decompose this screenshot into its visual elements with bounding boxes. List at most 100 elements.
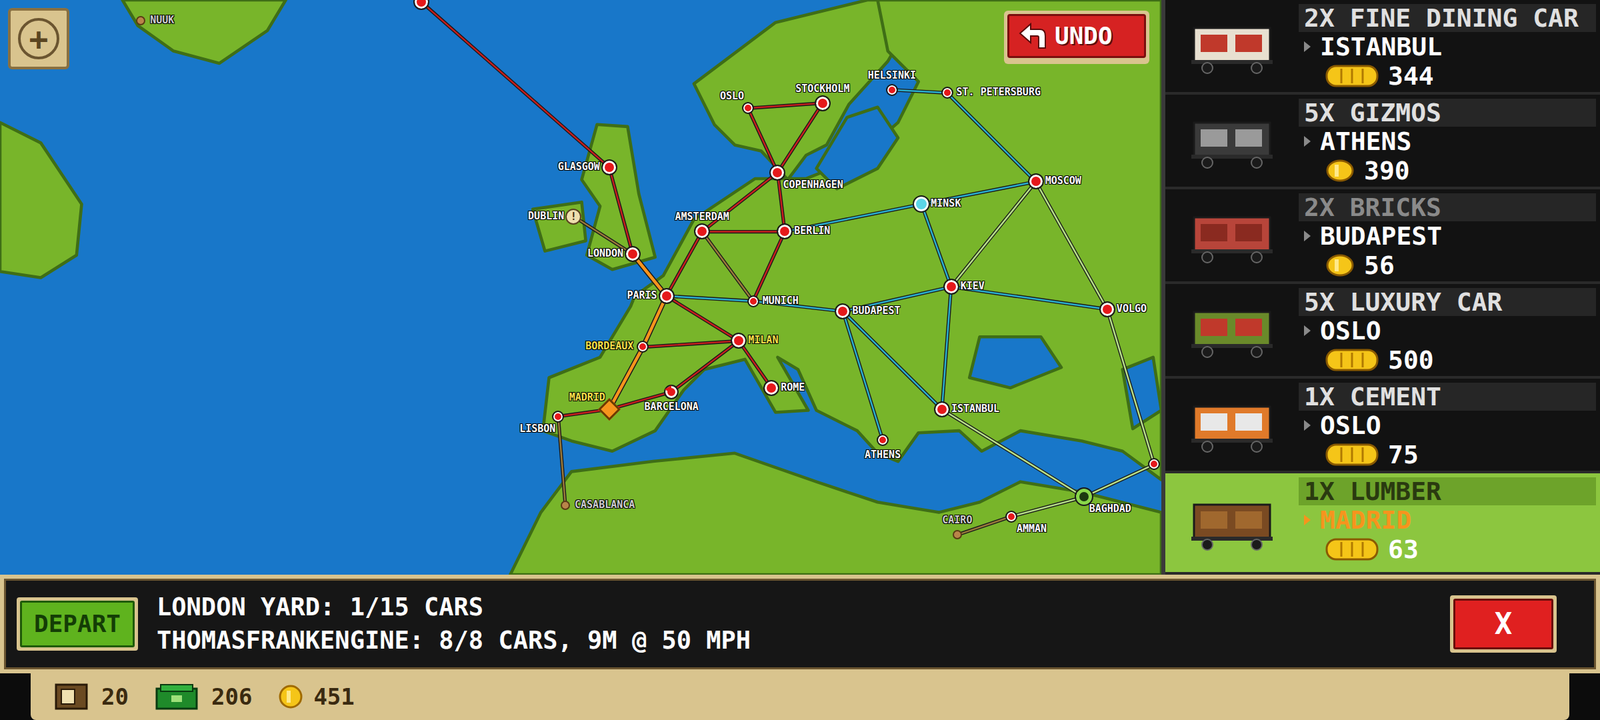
city-label[interactable]: HELSINKI bbox=[868, 68, 916, 82]
city-pin[interactable] bbox=[935, 402, 949, 416]
city-label[interactable]: NUUK bbox=[150, 13, 174, 27]
cargo-card[interactable]: 1X CEMENTOSLO75 bbox=[1165, 378, 1600, 474]
city-label[interactable]: BARCELONA bbox=[644, 400, 699, 414]
city-label[interactable]: COPENHAGEN bbox=[782, 178, 843, 192]
city-pin[interactable] bbox=[638, 342, 648, 352]
city-label[interactable]: ROME bbox=[780, 380, 805, 394]
city-label[interactable]: BORDEAUX bbox=[585, 339, 634, 353]
route[interactable] bbox=[738, 340, 772, 388]
close-button[interactable]: X bbox=[1450, 595, 1557, 653]
city-pin[interactable] bbox=[560, 500, 570, 510]
city-pin[interactable] bbox=[770, 166, 784, 180]
city-label[interactable]: MILAN bbox=[748, 333, 778, 347]
route[interactable] bbox=[947, 92, 1036, 182]
city-label[interactable]: MOSCOW bbox=[1045, 174, 1082, 188]
world-map[interactable]: ! NUUK GLASGOW DUBLIN LONDON AMSTERDAM BERLIN… bbox=[0, 0, 1162, 575]
city-pin[interactable] bbox=[778, 224, 792, 238]
route[interactable] bbox=[951, 182, 1036, 288]
route[interactable] bbox=[892, 90, 948, 94]
zoom-button[interactable]: + bbox=[8, 8, 70, 70]
route[interactable] bbox=[1036, 182, 1108, 310]
city-label[interactable]: MINSK bbox=[930, 196, 961, 210]
city-label[interactable]: LISBON bbox=[519, 422, 556, 436]
city-pin[interactable] bbox=[553, 412, 563, 422]
city-label[interactable]: BERLIN bbox=[794, 224, 830, 238]
route[interactable] bbox=[702, 232, 754, 302]
city-pin[interactable] bbox=[764, 381, 778, 395]
city-pin[interactable] bbox=[1076, 488, 1092, 505]
city-pin[interactable] bbox=[414, 0, 428, 9]
city-pin[interactable] bbox=[695, 224, 709, 238]
city-label[interactable]: AMSTERDAM bbox=[675, 210, 730, 224]
route[interactable] bbox=[753, 232, 785, 302]
city-pin[interactable] bbox=[665, 386, 678, 398]
route[interactable] bbox=[777, 103, 822, 173]
city-pin[interactable] bbox=[952, 530, 962, 540]
route[interactable] bbox=[666, 232, 703, 296]
route[interactable] bbox=[421, 2, 610, 168]
route[interactable] bbox=[666, 296, 740, 341]
city-pin[interactable] bbox=[601, 401, 618, 418]
city-pin[interactable] bbox=[1029, 174, 1043, 188]
cargo-card[interactable]: 1X LUMBERMADRID63 bbox=[1165, 473, 1600, 575]
route[interactable] bbox=[748, 103, 823, 109]
cargo-card[interactable]: 2X FINE DINING CARISTANBUL344 bbox=[1165, 0, 1600, 95]
city-pin[interactable]: ! bbox=[565, 208, 582, 225]
city-pin[interactable] bbox=[944, 280, 958, 294]
city-label[interactable]: ATHENS bbox=[864, 448, 901, 462]
city-label[interactable]: ISTANBUL bbox=[951, 402, 1000, 416]
city-label[interactable]: ST. PETERSBURG bbox=[956, 85, 1041, 99]
route[interactable] bbox=[921, 204, 951, 287]
route[interactable] bbox=[666, 296, 754, 302]
city-pin[interactable] bbox=[887, 85, 897, 95]
cargo-list[interactable]: 2X FINE DINING CARISTANBUL3445X GIZMOSAT… bbox=[1161, 0, 1600, 575]
city-label[interactable]: STOCKHOLM bbox=[795, 82, 850, 96]
depart-button[interactable]: DEPART bbox=[16, 597, 138, 651]
route[interactable] bbox=[609, 347, 644, 410]
city-label[interactable]: MADRID bbox=[569, 390, 606, 404]
city-pin[interactable] bbox=[743, 103, 753, 113]
city-label[interactable]: LONDON bbox=[587, 246, 624, 260]
city-label[interactable]: GLASGOW bbox=[558, 160, 600, 174]
route[interactable] bbox=[671, 340, 739, 392]
city-pin[interactable] bbox=[136, 16, 146, 26]
city-label[interactable]: CAIRO bbox=[942, 513, 972, 527]
city-pin[interactable] bbox=[660, 289, 674, 303]
city-pin[interactable] bbox=[1006, 512, 1016, 522]
route[interactable] bbox=[1107, 309, 1154, 465]
city-pin[interactable] bbox=[1100, 302, 1114, 316]
city-pin[interactable] bbox=[878, 435, 888, 445]
city-pin[interactable] bbox=[602, 160, 616, 174]
cargo-card[interactable]: 2X BRICKSBUDAPEST56 bbox=[1165, 189, 1600, 284]
city-label[interactable]: BAGHDAD bbox=[1089, 502, 1132, 516]
route[interactable] bbox=[842, 311, 942, 410]
undo-button[interactable]: UNDO bbox=[1004, 10, 1150, 64]
city-label[interactable]: PARIS bbox=[626, 288, 657, 302]
cargo-card[interactable]: 5X GIZMOSATHENS390 bbox=[1165, 94, 1600, 190]
city-pin[interactable] bbox=[626, 247, 640, 261]
route[interactable] bbox=[642, 296, 666, 348]
route[interactable] bbox=[942, 286, 952, 410]
city-label[interactable]: VOLGO bbox=[1116, 302, 1147, 316]
city-pin[interactable] bbox=[914, 196, 929, 212]
city-pin[interactable] bbox=[748, 296, 758, 306]
city-pin[interactable] bbox=[836, 304, 850, 318]
route[interactable] bbox=[1011, 497, 1084, 517]
city-label[interactable]: KIEV bbox=[960, 279, 985, 293]
city-label[interactable]: DUBLIN bbox=[528, 209, 564, 223]
city-label[interactable]: CASABLANCA bbox=[574, 498, 635, 512]
route[interactable] bbox=[942, 409, 1084, 498]
city-pin[interactable] bbox=[942, 88, 952, 98]
city-pin[interactable] bbox=[1149, 459, 1159, 469]
city-label[interactable]: OSLO bbox=[720, 89, 744, 103]
route[interactable] bbox=[642, 340, 739, 347]
city-pin[interactable] bbox=[732, 334, 746, 348]
route[interactable] bbox=[558, 416, 566, 506]
route[interactable] bbox=[702, 231, 785, 233]
city-label[interactable]: MUNICH bbox=[762, 294, 799, 308]
city-pin[interactable] bbox=[816, 96, 830, 110]
route[interactable] bbox=[1084, 464, 1155, 498]
city-label[interactable]: AMMAN bbox=[1016, 522, 1047, 536]
city-label[interactable]: BUDAPEST bbox=[852, 304, 900, 318]
route[interactable] bbox=[748, 108, 778, 172]
